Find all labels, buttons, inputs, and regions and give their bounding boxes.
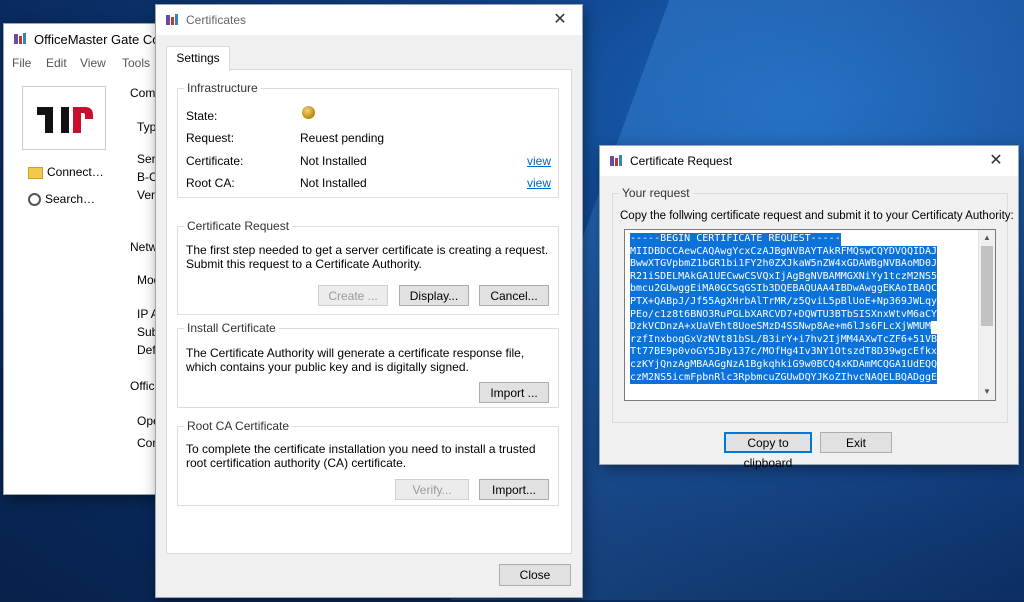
group-title: Your request <box>619 186 693 200</box>
request-line: rzfInxboqGxVzNVt81bSL/B3irY+i7hv2IjMM4AX… <box>630 333 938 347</box>
search-icon <box>28 193 41 207</box>
cancel-button[interactable]: Cancel... <box>479 285 549 306</box>
request-line: PEo/c1z8t6BNO3RuPGLbXARCVD7+DQWTU3BTbSIS… <box>630 308 938 322</box>
close-icon[interactable]: ✕ <box>538 5 582 35</box>
request-line: DzkVCDnzA+xUaVEht8UoeSMzD4SSNwp8Ae+m6lJs… <box>630 321 932 334</box>
install-certificate-group: Install Certificate The Certificate Auth… <box>177 321 559 408</box>
request-description: The first step needed to get a server ce… <box>186 243 549 271</box>
label-network: Netw <box>130 240 158 254</box>
rootca-label: Root CA: <box>186 176 235 190</box>
certificate-request-textarea[interactable]: -----BEGIN CERTIFICATE REQUEST----- MIIDB… <box>624 229 996 401</box>
rootca-value: Not Installed <box>300 176 367 190</box>
rootca-certificate-group: Root CA Certificate To complete the cert… <box>177 419 559 506</box>
rootca-view-link[interactable]: view <box>527 176 551 190</box>
request-line: czKYjQnzAgMBAAGgNzA1BgkqhkiG9w0BCQ4xKDAm… <box>630 358 938 372</box>
certificate-label: Certificate: <box>186 154 244 168</box>
connect-label: Connect… <box>47 165 104 179</box>
state-indicator-icon <box>302 106 315 119</box>
rootca-description: To complete the certificate installation… <box>186 442 536 470</box>
group-title: Certificate Request <box>184 219 293 233</box>
copy-to-clipboard-button[interactable]: Copy to clipboard <box>724 432 812 470</box>
install-import-button[interactable]: Import ... <box>479 382 549 403</box>
request-instruction: Copy the follwing certificate request an… <box>620 210 1014 222</box>
verify-button[interactable]: Verify... <box>395 479 469 500</box>
close-icon[interactable]: ✕ <box>974 146 1018 176</box>
request-line: R21iSDELMAkGA1UECwwCSVQxIjAgBgNVBAMMGXNi… <box>630 270 938 284</box>
rootca-import-button[interactable]: Import... <box>479 479 549 500</box>
scroll-thumb[interactable] <box>981 246 993 326</box>
request-line: PTX+QABpJ/Jf55AgXHrbAlTrMR/z5QviL5pBlUoE… <box>630 295 938 309</box>
certificate-request-group: Certificate Request The first step neede… <box>177 219 559 315</box>
request-line: Tt77BE9p0voGY5JBy137c/MOfHg4Iv3NY1OtszdT… <box>630 346 938 359</box>
certificate-app-icon <box>166 14 178 25</box>
group-title: Install Certificate <box>184 321 279 335</box>
request-line: BwwXTGVpbmZ1bGR1bi1FY2h0ZXJkaW5nZW4xGDAW… <box>630 258 938 271</box>
state-label: State: <box>186 109 218 123</box>
infrastructure-group: Infrastructure State: Request: Reuest pe… <box>177 81 559 198</box>
close-button[interactable]: Close <box>499 564 571 586</box>
search-label: Search… <box>45 192 96 206</box>
folder-icon <box>28 166 43 179</box>
settings-panel: Infrastructure State: Request: Reuest pe… <box>166 69 572 554</box>
logo <box>22 86 106 150</box>
exit-button[interactable]: Exit <box>820 432 892 453</box>
scroll-down-icon[interactable]: ▼ <box>979 384 995 400</box>
install-description: The Certificate Authority will generate … <box>186 346 525 374</box>
window-title: Certificate Request <box>630 154 733 168</box>
certificates-window: Certificates ✕ Settings Infrastructure S… <box>156 5 582 597</box>
request-line: czM2NS5icmFpbnRlc3RpbmcuZGUwDQYJKoZIhvcN… <box>630 371 938 385</box>
menu-edit[interactable]: Edit <box>46 56 67 70</box>
request-line: bmcu2GUwggEiMA0GCSqGSIb3DQEBAQUAA4IBDwAw… <box>630 283 938 296</box>
app-icon <box>14 33 26 44</box>
search-link[interactable]: Search… <box>28 192 96 207</box>
request-app-icon <box>610 155 622 166</box>
request-text: -----BEGIN CERTIFICATE REQUEST----- MIIDB… <box>630 233 938 385</box>
menu-tools[interactable]: Tools <box>122 56 150 70</box>
display-button[interactable]: Display... <box>399 285 469 306</box>
certificate-request-window: Certificate Request ✕ Your request Copy … <box>600 146 1018 470</box>
tab-settings[interactable]: Settings <box>166 46 230 71</box>
request-value: Reuest pending <box>300 131 385 145</box>
create-button[interactable]: Create ... <box>318 285 388 306</box>
menu-view[interactable]: View <box>80 56 106 70</box>
request-label: Request: <box>186 131 235 145</box>
connect-link[interactable]: Connect… <box>28 165 104 179</box>
menu-file[interactable]: File <box>12 56 31 70</box>
group-title: Root CA Certificate <box>184 419 293 433</box>
group-title: Infrastructure <box>184 81 261 95</box>
vertical-scrollbar[interactable]: ▲ ▼ <box>978 230 995 400</box>
scroll-up-icon[interactable]: ▲ <box>979 230 995 246</box>
certificate-view-link[interactable]: view <box>527 154 551 168</box>
window-title: Certificates <box>186 13 247 27</box>
certificate-value: Not Installed <box>300 154 367 168</box>
request-line: -----BEGIN CERTIFICATE REQUEST----- <box>630 233 841 246</box>
request-line: MIIDBDCCAewCAQAwgYcxCzAJBgNVBAYTAkRFMQsw… <box>630 245 938 259</box>
window-title: OfficeMaster Gate Conf <box>34 32 171 47</box>
